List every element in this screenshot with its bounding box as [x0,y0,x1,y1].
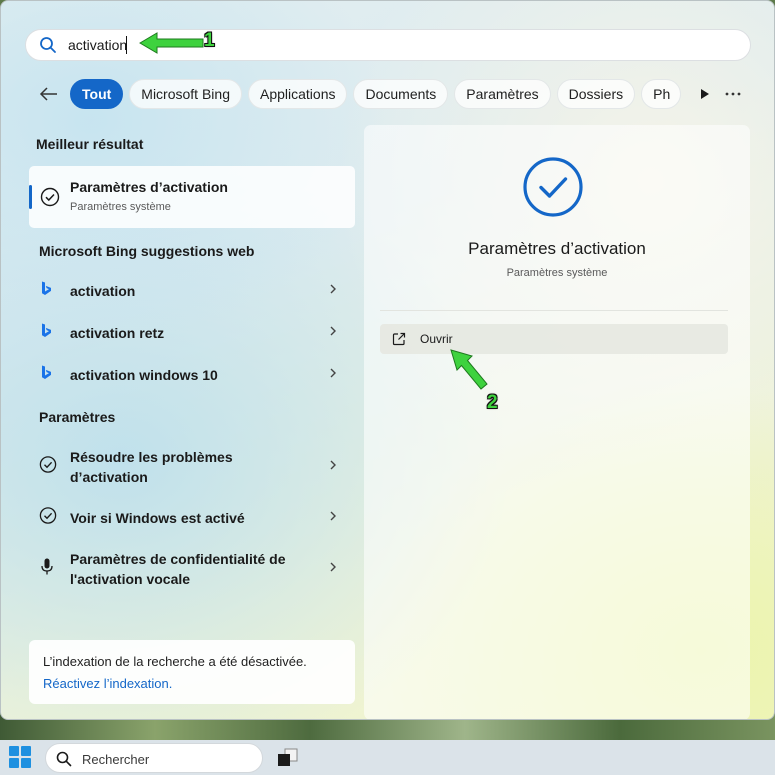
filter-chip-all[interactable]: Tout [70,79,124,109]
filter-chip-folders[interactable]: Dossiers [556,79,636,109]
settings-result-line2: l'activation vocale [70,571,191,587]
preview-pane: Paramètres d’activation Paramètres systè… [364,125,750,719]
preview-subtitle: Paramètres système [506,267,608,279]
search-icon [38,35,58,55]
settings-result-troubleshoot[interactable]: Résoudre les problèmes d’activation [29,446,355,488]
settings-result-label: Voir si Windows est activé [70,510,245,526]
chevron-right-icon [329,366,337,384]
annotation-step-2: 2 [487,392,498,413]
bing-icon [39,365,53,386]
settings-result-label: Résoudre les problèmes d’activation [70,447,233,487]
windows-start-icon[interactable] [9,746,31,768]
filter-bar: Tout Microsoft Bing Applications Documen… [37,78,757,110]
activation-check-icon [522,156,584,223]
bing-suggestion-label: activation windows 10 [70,367,218,383]
annotation-arrow-icon [139,32,204,54]
search-input[interactable] [68,35,128,55]
settings-result-voice-privacy[interactable]: Paramètres de confidentialité de l'activ… [29,548,355,590]
bing-suggestion-item[interactable]: activation windows 10 [29,355,355,395]
task-view-icon[interactable] [276,748,300,768]
chevron-right-icon [329,324,337,342]
activation-check-icon [39,456,57,479]
filter-chip-documents[interactable]: Documents [353,79,449,109]
bing-suggestion-item[interactable]: activation [29,271,355,311]
scroll-right-icon[interactable] [693,82,717,106]
bing-suggestion-item[interactable]: activation retz [29,313,355,353]
chevron-right-icon [329,458,337,476]
settings-heading: Paramètres [39,409,116,425]
bing-suggestions-heading: Microsoft Bing suggestions web [39,243,255,259]
best-match-heading: Meilleur résultat [36,136,144,152]
settings-result-check-activation[interactable]: Voir si Windows est activé [29,498,355,538]
more-options-icon[interactable] [721,78,745,110]
settings-result-line1: Paramètres de confidentialité de [70,551,286,567]
bing-suggestion-label: activation [70,283,136,299]
search-icon [56,751,72,772]
annotation-arrow-icon [450,349,488,390]
preview-title: Paramètres d’activation [468,239,646,258]
bing-icon [39,281,53,302]
activation-check-icon [40,187,60,212]
bing-suggestion-label: activation retz [70,325,165,341]
filter-chip-settings[interactable]: Paramètres [454,79,551,109]
open-button-label: Ouvrir [420,332,453,346]
annotation-step-1: 1 [204,30,215,51]
open-button[interactable]: Ouvrir [380,324,728,354]
chevron-right-icon [329,560,337,578]
chevron-right-icon [329,282,337,300]
activation-check-icon [39,507,57,530]
settings-result-label: Paramètres de confidentialité de l'activ… [70,549,286,589]
indexing-notice: L’indexation de la recherche a été désac… [29,640,355,704]
settings-result-line2: d’activation [70,469,148,485]
best-match-result[interactable]: Paramètres d’activation Paramètres systè… [29,166,355,228]
preview-divider [380,310,728,311]
chevron-right-icon [329,509,337,527]
taskbar: Rechercher [0,740,775,775]
microphone-icon [39,558,55,581]
reenable-indexing-link[interactable]: Réactivez l’indexation. [43,676,172,691]
taskbar-search-box[interactable]: Rechercher [45,743,263,773]
filter-chip-photos[interactable]: Ph [641,79,682,109]
search-panel: Tout Microsoft Bing Applications Documen… [0,0,775,720]
filter-chip-apps[interactable]: Applications [247,79,348,109]
text-caret [126,36,127,54]
selection-indicator [29,185,32,209]
settings-result-line1: Résoudre les problèmes [70,449,233,465]
taskbar-search-placeholder: Rechercher [82,752,150,767]
indexing-message: L’indexation de la recherche a été désac… [43,654,307,669]
bing-icon [39,323,53,344]
open-external-icon [392,332,406,351]
back-arrow-icon[interactable] [37,82,61,106]
best-match-subtitle: Paramètres système [70,201,171,213]
best-match-title: Paramètres d’activation [70,179,228,195]
search-bar[interactable] [25,29,751,61]
filter-chip-bing[interactable]: Microsoft Bing [129,79,242,109]
